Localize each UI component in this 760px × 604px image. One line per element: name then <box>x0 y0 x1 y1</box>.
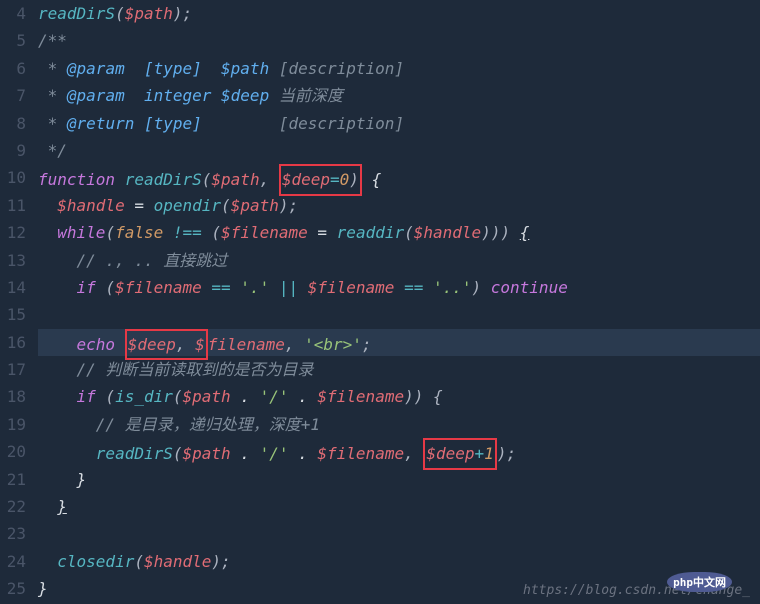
code-line: // 是目录，递归处理，深度+1 <box>38 411 760 438</box>
line-number: 5 <box>4 27 26 54</box>
code-line: readDirS($path . '/' . $filename, $deep+… <box>38 438 760 465</box>
code-line: if (is_dir($path . '/' . $filename)) { <box>38 383 760 410</box>
code-line: * @return [type] [description] <box>38 110 760 137</box>
code-line: // 判断当前读取到的是否为目录 <box>38 356 760 383</box>
code-line: * @param integer $deep 当前深度 <box>38 82 760 109</box>
line-number: 13 <box>4 247 26 274</box>
code-line <box>38 520 760 547</box>
code-line: * @param [type] $path [description] <box>38 55 760 82</box>
line-number: 20 <box>4 438 26 465</box>
code-line: } <box>38 493 760 520</box>
line-number: 4 <box>4 0 26 27</box>
line-number: 11 <box>4 192 26 219</box>
line-number: 6 <box>4 55 26 82</box>
code-line: $handle = opendir($path); <box>38 192 760 219</box>
line-number: 12 <box>4 219 26 246</box>
code-line <box>38 301 760 328</box>
line-number: 18 <box>4 383 26 410</box>
php-badge: php中文网 <box>667 572 732 592</box>
line-number: 8 <box>4 110 26 137</box>
line-number: 16 <box>4 329 26 356</box>
code-line: } <box>38 466 760 493</box>
code-area[interactable]: readDirS($path); /** * @param [type] $pa… <box>38 0 760 604</box>
code-line: function readDirS($path, $deep=0) { <box>38 164 760 191</box>
line-number: 10 <box>4 164 26 191</box>
code-line: readDirS($path); <box>38 0 760 27</box>
line-number: 14 <box>4 274 26 301</box>
line-number: 9 <box>4 137 26 164</box>
code-line: if ($filename == '.' || $filename == '..… <box>38 274 760 301</box>
code-line: /** <box>38 27 760 54</box>
line-number: 24 <box>4 548 26 575</box>
code-line: closedir($handle); <box>38 548 760 575</box>
line-number: 19 <box>4 411 26 438</box>
line-number: 23 <box>4 520 26 547</box>
line-number: 22 <box>4 493 26 520</box>
code-line: // ., .. 直接跳过 <box>38 247 760 274</box>
code-line: */ <box>38 137 760 164</box>
line-number: 7 <box>4 82 26 109</box>
line-number-gutter: 4 5 6 7 8 9 10 11 12 13 14 15 16 17 18 1… <box>0 0 38 604</box>
line-number: 17 <box>4 356 26 383</box>
code-editor: 4 5 6 7 8 9 10 11 12 13 14 15 16 17 18 1… <box>0 0 760 604</box>
code-line-highlighted: echo $deep, $filename, '<br>'; <box>38 329 760 356</box>
line-number: 21 <box>4 466 26 493</box>
code-line: while(false !== ($filename = readdir($ha… <box>38 219 760 246</box>
line-number: 25 <box>4 575 26 602</box>
line-number: 15 <box>4 301 26 328</box>
